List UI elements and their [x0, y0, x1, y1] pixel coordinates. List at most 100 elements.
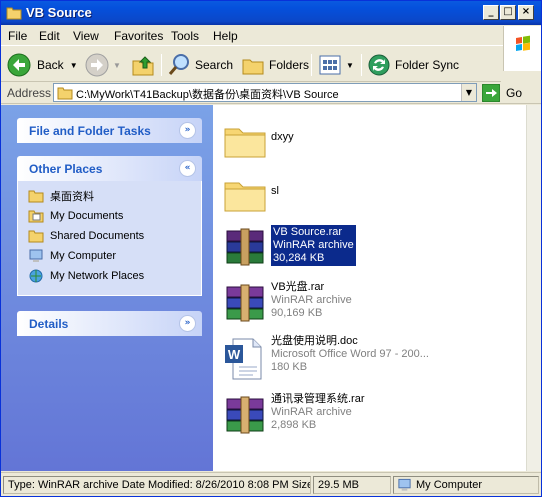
back-arrow-icon — [7, 53, 31, 77]
menu-help[interactable]: Help — [213, 29, 238, 43]
shared-folder-icon — [28, 230, 44, 243]
toolbar-separator — [361, 54, 362, 76]
status-location: My Computer — [393, 476, 539, 494]
back-dropdown-icon[interactable]: ▼ — [70, 61, 78, 70]
file-size: 180 KB — [271, 361, 308, 373]
place-label: Shared Documents — [50, 230, 145, 242]
winrar-icon — [226, 396, 264, 434]
status-location-label: My Computer — [416, 479, 483, 491]
windows-logo — [503, 26, 541, 71]
other-places-header[interactable]: Other Places « — [17, 156, 202, 181]
views-dropdown-icon[interactable]: ▼ — [346, 61, 354, 70]
go-label: Go — [506, 86, 523, 100]
status-bar: Type: WinRAR archive Date Modified: 8/26… — [1, 472, 541, 496]
file-list: dxyy sl VB Source.rar WinRAR archive 30,… — [213, 105, 526, 471]
details-header[interactable]: Details » — [17, 311, 202, 336]
toolbar-separator — [311, 54, 312, 76]
file-name: 光盘使用说明.doc — [271, 335, 358, 347]
address-value: C:\MyWork\T41Backup\数据备份\桌面资料\VB Source — [76, 89, 339, 101]
file-name: sl — [271, 185, 279, 197]
svg-text:W: W — [228, 347, 241, 362]
collapse-chevron-icon[interactable]: « — [179, 160, 196, 177]
place-label: 桌面资料 — [50, 191, 94, 203]
file-size: 90,169 KB — [271, 307, 323, 319]
windows-flag-icon — [516, 35, 530, 51]
window-title: VB Source — [26, 5, 92, 20]
menu-bar: File Edit View Favorites Tools Help — [1, 26, 541, 46]
folders-button[interactable]: Folders — [241, 53, 309, 77]
place-my-documents[interactable]: My Documents — [28, 207, 123, 225]
title-bar[interactable]: VB Source _ □ × — [1, 1, 541, 25]
folder-sync-icon — [368, 54, 390, 76]
menu-edit[interactable]: Edit — [39, 29, 60, 43]
content-area: File and Folder Tasks » Other Places « 桌… — [1, 105, 541, 471]
file-size: 2,898 KB — [271, 419, 317, 431]
place-label: My Documents — [50, 210, 124, 222]
word-doc-icon: W — [225, 338, 262, 380]
folder-icon — [224, 182, 266, 212]
file-type: WinRAR archive — [273, 239, 354, 251]
folder-sync-button[interactable]: Folder Sync — [367, 53, 459, 77]
folders-icon — [242, 59, 264, 75]
my-documents-icon — [28, 210, 44, 223]
minimize-button[interactable]: _ — [483, 5, 499, 20]
views-icon — [319, 55, 341, 75]
my-computer-icon — [398, 478, 411, 491]
maximize-button[interactable]: □ — [500, 5, 516, 20]
forward-dropdown-icon[interactable]: ▼ — [113, 61, 121, 70]
expand-chevron-icon[interactable]: » — [179, 315, 196, 332]
folder-icon — [6, 7, 22, 20]
file-name: 通讯录管理系统.rar — [271, 393, 365, 405]
place-my-computer[interactable]: My Computer — [28, 247, 116, 265]
task-pane: File and Folder Tasks » Other Places « 桌… — [1, 105, 213, 471]
winrar-icon — [226, 284, 264, 322]
place-desktop-data[interactable]: 桌面资料 — [28, 187, 94, 205]
status-size: 29.5 MB — [313, 476, 391, 494]
address-label: Address — [7, 86, 52, 100]
file-folder-tasks-header[interactable]: File and Folder Tasks » — [17, 118, 202, 143]
explorer-window: VB Source _ □ × File Edit View Favorites… — [0, 0, 542, 497]
standard-toolbar: Back ▼ ▼ Search Folders ▼ Folder Sync — [1, 48, 501, 82]
file-name: VB光盘.rar — [271, 281, 325, 293]
address-input[interactable]: C:\MyWork\T41Backup\数据备份\桌面资料\VB Source … — [53, 83, 477, 102]
network-places-icon — [29, 269, 43, 283]
address-dropdown-button[interactable]: ▼ — [461, 84, 476, 101]
my-computer-icon — [29, 249, 43, 262]
up-folder-icon — [132, 56, 154, 76]
search-icon — [168, 54, 189, 75]
place-my-network-places[interactable]: My Network Places — [28, 267, 144, 285]
close-button[interactable]: × — [518, 5, 534, 20]
file-size: 30,284 KB — [273, 252, 325, 264]
winrar-icon — [226, 228, 264, 266]
other-places-panel: 桌面资料 My Documents Shared Documents My Co… — [17, 181, 202, 296]
back-button[interactable]: Back ▼ — [7, 53, 78, 77]
other-places-title: Other Places — [29, 162, 103, 176]
file-type: Microsoft Office Word 97 - 200... — [271, 348, 429, 360]
file-name: VB Source.rar — [273, 226, 343, 238]
forward-arrow-icon — [85, 53, 109, 77]
file-type: WinRAR archive — [271, 294, 352, 306]
place-label: My Network Places — [50, 270, 145, 282]
menu-view[interactable]: View — [73, 29, 99, 43]
address-bar: Address C:\MyWork\T41Backup\数据备份\桌面资料\VB… — [1, 82, 541, 104]
expand-chevron-icon[interactable]: » — [179, 122, 196, 139]
back-label: Back — [37, 58, 64, 72]
forward-button[interactable]: ▼ — [85, 53, 121, 77]
search-button[interactable]: Search — [167, 53, 233, 77]
menu-tools[interactable]: Tools — [171, 29, 199, 43]
folders-label: Folders — [269, 58, 310, 72]
menu-file[interactable]: File — [8, 29, 27, 43]
views-button[interactable]: ▼ — [318, 53, 354, 77]
folder-icon — [28, 190, 44, 203]
vertical-scrollbar[interactable] — [526, 105, 541, 471]
go-button[interactable]: Go — [482, 83, 522, 103]
folder-icon — [224, 128, 266, 158]
folder-icon — [57, 87, 73, 100]
file-type: WinRAR archive — [271, 406, 352, 418]
menu-favorites[interactable]: Favorites — [114, 29, 163, 43]
up-folder-button[interactable] — [131, 53, 155, 77]
status-info: Type: WinRAR archive Date Modified: 8/26… — [3, 476, 311, 494]
place-shared-documents[interactable]: Shared Documents — [28, 227, 144, 245]
search-label: Search — [195, 58, 234, 72]
file-folder-tasks-title: File and Folder Tasks — [29, 124, 151, 138]
